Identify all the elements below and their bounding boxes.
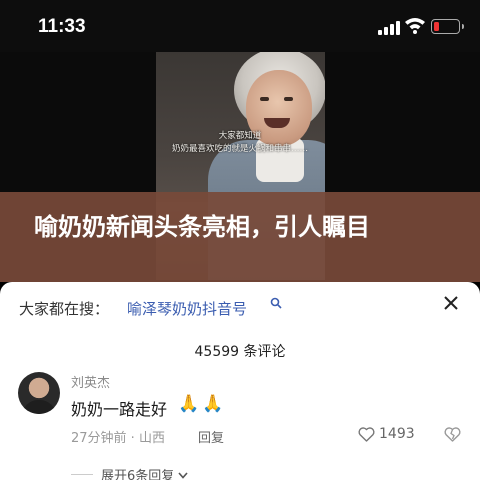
video-caption-line1: 大家都知道 — [218, 131, 262, 141]
video-caption: 大家都知道 奶奶最喜欢吃的就是火锅和串串…… — [160, 130, 320, 156]
commenter-name[interactable]: 刘英杰 — [71, 372, 110, 391]
expand-replies-label: 展开6条回复 — [101, 469, 175, 480]
reply-button[interactable]: 回复 — [198, 427, 224, 446]
status-time: 11:33 — [38, 16, 86, 37]
expand-replies-button[interactable]: 展开6条回复 — [101, 465, 189, 480]
replies-divider — [71, 474, 93, 475]
chevron-down-icon — [178, 472, 188, 479]
heart-icon[interactable] — [358, 427, 375, 442]
signal-icon — [378, 19, 400, 35]
headline: 喻奶奶新闻头条亮相，引人瞩目 — [34, 213, 370, 241]
video-caption-line2: 奶奶最喜欢吃的就是火锅和串串…… — [171, 144, 308, 154]
comment-text: 奶奶一路走好 — [71, 400, 168, 419]
broken-heart-icon[interactable] — [444, 426, 461, 443]
comment-count: 45599 条评论 — [194, 344, 286, 360]
search-suggestion-link[interactable]: 喻泽琴奶奶抖音号 — [127, 298, 247, 319]
comment-meta: 27分钟前 · 山西 — [71, 431, 165, 446]
avatar[interactable] — [18, 372, 60, 414]
search-prefix: 大家都在搜： — [19, 300, 110, 318]
search-icon[interactable] — [270, 297, 282, 309]
status-bar: 11:33 — [0, 0, 480, 52]
video-player[interactable]: 大家都知道 奶奶最喜欢吃的就是火锅和串串…… — [0, 52, 480, 280]
battery-icon — [431, 19, 464, 34]
pray-emoji: 🙏 — [178, 394, 200, 414]
like-count: 1493 — [379, 426, 415, 442]
pray-emoji: 🙏 — [202, 394, 224, 414]
close-icon[interactable] — [442, 294, 460, 312]
wifi-icon — [405, 18, 425, 34]
